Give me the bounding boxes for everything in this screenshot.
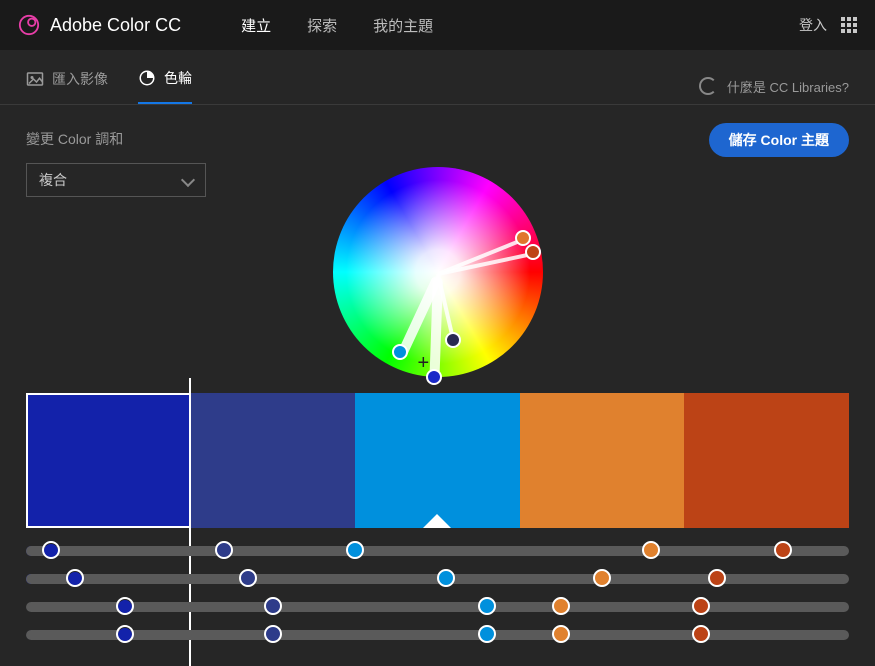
color-swatch[interactable] xyxy=(26,393,191,528)
wheel-handle[interactable] xyxy=(525,244,541,260)
sub-toolbar: 匯入影像 色輪 什麼是 CC Libraries? xyxy=(0,50,875,104)
slider-thumb[interactable] xyxy=(692,597,710,615)
color-swatch[interactable] xyxy=(355,393,520,528)
harmony-dropdown-value: 複合 xyxy=(39,170,67,190)
color-swatch[interactable] xyxy=(520,393,685,528)
plus-cursor-icon: + xyxy=(418,352,430,375)
main-nav: 建立 探索 我的主題 xyxy=(241,15,433,36)
slider-thumb[interactable] xyxy=(593,569,611,587)
creative-cloud-icon xyxy=(699,77,717,95)
base-color-indicator-icon xyxy=(423,514,451,528)
slider-thumb[interactable] xyxy=(552,597,570,615)
slider-thumb[interactable] xyxy=(552,625,570,643)
slider-thumb[interactable] xyxy=(642,541,660,559)
tab-color-wheel-label: 色輪 xyxy=(164,68,192,88)
slider-thumb[interactable] xyxy=(774,541,792,559)
slider-thumb[interactable] xyxy=(478,625,496,643)
slider-thumb[interactable] xyxy=(239,569,257,587)
sub-bar-right: 什麼是 CC Libraries? xyxy=(699,77,849,96)
wheel-handle[interactable] xyxy=(515,230,531,246)
nav-my-themes[interactable]: 我的主題 xyxy=(373,15,433,36)
wheel-handle[interactable] xyxy=(445,332,461,348)
apps-grid-icon[interactable] xyxy=(841,17,857,33)
tab-color-wheel[interactable]: 色輪 xyxy=(138,68,192,104)
slider-thumb[interactable] xyxy=(42,541,60,559)
color-swatch[interactable] xyxy=(191,393,356,528)
wheel-icon xyxy=(138,69,156,87)
slider-row xyxy=(26,542,849,560)
slider-thumb[interactable] xyxy=(66,569,84,587)
slider-row xyxy=(26,598,849,616)
slider-thumb[interactable] xyxy=(478,597,496,615)
content-area: 變更 Color 調和 複合 儲存 Color 主題 + xyxy=(0,105,875,377)
tab-import-image[interactable]: 匯入影像 xyxy=(26,69,108,103)
slider-thumb[interactable] xyxy=(116,597,134,615)
slider-thumb[interactable] xyxy=(116,625,134,643)
color-wheel[interactable]: + xyxy=(333,167,543,377)
cc-libraries-link[interactable]: 什麼是 CC Libraries? xyxy=(727,77,849,96)
slider-thumb[interactable] xyxy=(692,625,710,643)
slider-thumb[interactable] xyxy=(346,541,364,559)
wheel-handle[interactable] xyxy=(392,344,408,360)
slider-track[interactable] xyxy=(26,602,849,612)
slider-panel xyxy=(0,528,875,644)
slider-row xyxy=(26,570,849,588)
image-icon xyxy=(26,70,44,88)
slider-row xyxy=(26,626,849,644)
header-right: 登入 xyxy=(799,15,857,35)
slider-track[interactable] xyxy=(26,630,849,640)
slider-thumb[interactable] xyxy=(264,597,282,615)
slider-thumb[interactable] xyxy=(215,541,233,559)
color-wheel-container: + xyxy=(26,167,849,377)
nav-explore[interactable]: 探索 xyxy=(307,15,337,36)
slider-track[interactable] xyxy=(26,546,849,556)
save-theme-button[interactable]: 儲存 Color 主題 xyxy=(709,123,849,157)
app-header: Adobe Color CC 建立 探索 我的主題 登入 xyxy=(0,0,875,50)
slider-thumb[interactable] xyxy=(264,625,282,643)
color-swatch[interactable] xyxy=(684,393,849,528)
tab-import-image-label: 匯入影像 xyxy=(52,69,108,89)
app-title: Adobe Color CC xyxy=(50,15,181,36)
nav-create[interactable]: 建立 xyxy=(241,15,271,36)
logo-area: Adobe Color CC xyxy=(18,14,181,36)
adobe-color-logo-icon xyxy=(18,14,40,36)
slider-thumb[interactable] xyxy=(437,569,455,587)
login-link[interactable]: 登入 xyxy=(799,15,827,35)
slider-thumb[interactable] xyxy=(708,569,726,587)
swatch-row xyxy=(26,393,849,528)
